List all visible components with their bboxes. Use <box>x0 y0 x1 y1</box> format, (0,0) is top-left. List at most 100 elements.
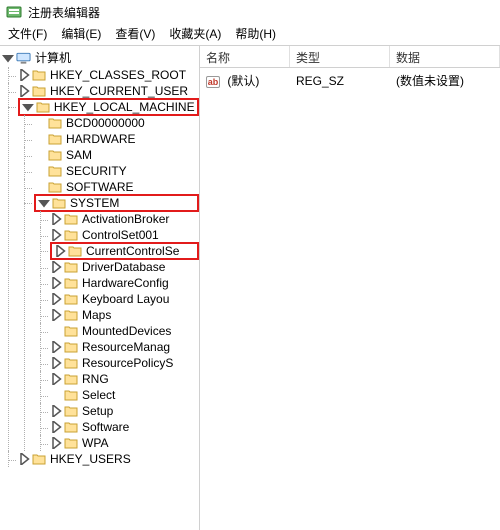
folder-icon <box>64 309 78 321</box>
expand-icon[interactable] <box>50 309 62 321</box>
title-bar: 注册表编辑器 <box>0 0 500 24</box>
menu-favorites[interactable]: 收藏夹(A) <box>169 25 221 42</box>
collapse-icon[interactable] <box>22 101 34 113</box>
tree-label: Maps <box>80 308 113 322</box>
tree-label: ActivationBroker <box>80 212 171 226</box>
folder-icon <box>32 453 46 465</box>
folder-icon <box>64 357 78 369</box>
menu-bar: 文件(F) 编辑(E) 查看(V) 收藏夹(A) 帮助(H) <box>0 24 500 46</box>
expand-icon[interactable] <box>50 405 62 417</box>
tree-item-hkcu[interactable]: HKEY_CURRENT_USER <box>18 83 199 99</box>
expand-icon[interactable] <box>50 277 62 289</box>
tree-label: 计算机 <box>33 49 73 66</box>
tree-item-mounteddevices[interactable]: MountedDevices <box>50 323 199 339</box>
tree-item-software[interactable]: Software <box>50 419 199 435</box>
folder-icon <box>64 421 78 433</box>
tree-label: Software <box>80 420 131 434</box>
tree-item-bcd[interactable]: BCD00000000 <box>34 115 199 131</box>
expand-icon[interactable] <box>18 85 30 97</box>
tree-label: HKEY_LOCAL_MACHINE <box>52 100 195 114</box>
folder-icon <box>36 101 50 113</box>
expand-icon[interactable] <box>54 245 66 257</box>
menu-file[interactable]: 文件(F) <box>8 25 47 42</box>
collapse-icon[interactable] <box>38 197 50 209</box>
expand-icon[interactable] <box>50 261 62 273</box>
tree-item-resourcepolicy[interactable]: ResourcePolicyS <box>50 355 199 371</box>
tree-item-wpa[interactable]: WPA <box>50 435 199 451</box>
column-name[interactable]: 名称 <box>200 46 290 67</box>
folder-icon <box>64 213 78 225</box>
tree-item-activationbroker[interactable]: ActivationBroker <box>50 211 199 227</box>
folder-icon <box>64 229 78 241</box>
tree-item-driverdatabase[interactable]: DriverDatabase <box>50 259 199 275</box>
tree-item-hklm[interactable]: HKEY_LOCAL_MACHINE <box>18 98 199 116</box>
folder-icon <box>64 405 78 417</box>
tree-item-security[interactable]: SECURITY <box>34 163 199 179</box>
tree-item-hku[interactable]: HKEY_USERS <box>18 451 199 467</box>
folder-icon <box>64 389 78 401</box>
tree-item-setup[interactable]: Setup <box>50 403 199 419</box>
expand-icon[interactable] <box>50 421 62 433</box>
value-data: (数值未设置) <box>390 70 500 91</box>
tree-label: ResourcePolicyS <box>80 356 175 370</box>
expand-icon[interactable] <box>50 293 62 305</box>
expand-icon[interactable] <box>50 213 62 225</box>
tree-label: SECURITY <box>64 164 129 178</box>
tree-item-software[interactable]: SOFTWARE <box>34 179 199 195</box>
window-title: 注册表编辑器 <box>28 4 100 21</box>
expand-icon[interactable] <box>18 69 30 81</box>
tree-item-maps[interactable]: Maps <box>50 307 199 323</box>
tree-item-keyboardlayout[interactable]: Keyboard Layou <box>50 291 199 307</box>
folder-icon <box>64 277 78 289</box>
expand-icon[interactable] <box>50 437 62 449</box>
folder-icon <box>52 197 66 209</box>
folder-icon <box>48 165 62 177</box>
menu-help[interactable]: 帮助(H) <box>235 25 276 42</box>
tree-root-computer[interactable]: 计算机 <box>2 48 199 67</box>
folder-icon <box>48 149 62 161</box>
folder-icon <box>64 437 78 449</box>
expand-icon[interactable] <box>50 357 62 369</box>
string-value-icon: ab <box>206 75 220 89</box>
folder-icon <box>64 293 78 305</box>
tree-label: CurrentControlSe <box>84 244 181 258</box>
expand-icon[interactable] <box>50 229 62 241</box>
tree-item-hardwareconfig[interactable]: HardwareConfig <box>50 275 199 291</box>
expand-icon[interactable] <box>50 341 62 353</box>
tree-label: Select <box>80 388 117 402</box>
value-name: (默认) <box>227 74 259 88</box>
tree-item-sam[interactable]: SAM <box>34 147 199 163</box>
tree-pane[interactable]: 计算机 HKEY_CLASSES_ROOT <box>0 46 200 530</box>
tree-label: Keyboard Layou <box>80 292 171 306</box>
tree-item-hardware[interactable]: HARDWARE <box>34 131 199 147</box>
collapse-icon[interactable] <box>2 52 14 64</box>
tree-item-rng[interactable]: RNG <box>50 371 199 387</box>
tree-item-currentcontrolset[interactable]: CurrentControlSe <box>50 242 199 260</box>
list-header: 名称 类型 数据 <box>200 46 500 68</box>
menu-view[interactable]: 查看(V) <box>115 25 155 42</box>
tree-label: HKEY_CURRENT_USER <box>48 84 190 98</box>
tree-item-controlset001[interactable]: ControlSet001 <box>50 227 199 243</box>
expand-icon[interactable] <box>18 453 30 465</box>
tree-label: HKEY_CLASSES_ROOT <box>48 68 188 82</box>
folder-icon <box>32 85 46 97</box>
column-data[interactable]: 数据 <box>390 46 500 67</box>
tree-label: SAM <box>64 148 94 162</box>
folder-icon <box>64 261 78 273</box>
computer-icon <box>16 52 31 64</box>
menu-edit[interactable]: 编辑(E) <box>61 25 101 42</box>
value-type: REG_SZ <box>290 72 390 90</box>
list-row-default[interactable]: ab (默认) REG_SZ (数值未设置) <box>200 68 500 93</box>
tree-item-system[interactable]: SYSTEM <box>34 194 199 212</box>
tree-item-select[interactable]: Select <box>50 387 199 403</box>
column-type[interactable]: 类型 <box>290 46 390 67</box>
tree-item-resourcemanager[interactable]: ResourceManag <box>50 339 199 355</box>
tree-label: SOFTWARE <box>64 180 136 194</box>
expand-icon[interactable] <box>50 373 62 385</box>
folder-icon <box>48 133 62 145</box>
tree-label: BCD00000000 <box>64 116 147 130</box>
app-icon <box>6 4 22 20</box>
list-pane: 名称 类型 数据 ab (默认) REG_SZ (数值未设置) <box>200 46 500 530</box>
tree-item-hkcr[interactable]: HKEY_CLASSES_ROOT <box>18 67 199 83</box>
tree-label: ResourceManag <box>80 340 172 354</box>
